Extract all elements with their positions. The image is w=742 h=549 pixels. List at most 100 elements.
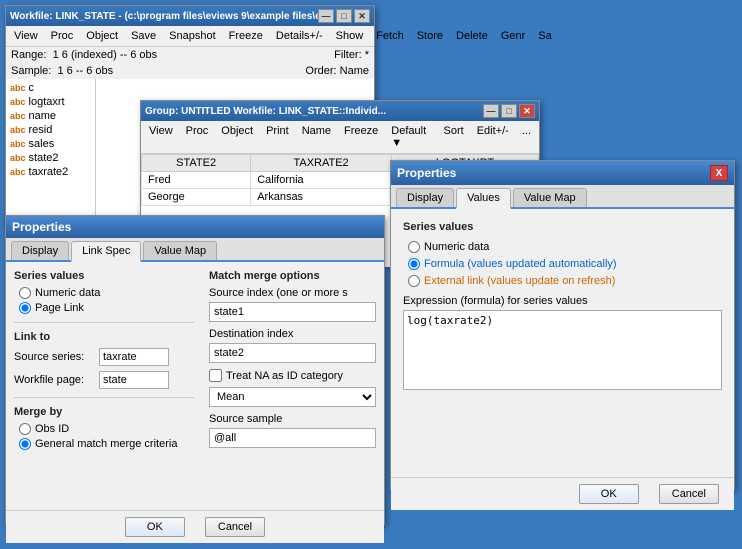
group-menu-object[interactable]: Object <box>215 122 259 152</box>
series-icon-resid: abc <box>10 125 26 135</box>
group-close-btn[interactable]: ✕ <box>519 104 535 118</box>
series-icon-logtaxrt: abc <box>10 97 26 107</box>
source-series-input[interactable] <box>99 348 169 366</box>
workfile-minimize-btn[interactable]: — <box>318 9 334 23</box>
props-right-title: Properties <box>397 166 456 180</box>
series-values-radios: Numeric data Page Link <box>19 287 194 314</box>
cell-fred: Fred <box>142 172 251 189</box>
series-item-c[interactable]: abc c <box>8 81 93 95</box>
series-item-sales[interactable]: abc sales <box>8 137 93 151</box>
radio-numeric-right-item[interactable]: Numeric data <box>408 241 722 253</box>
menu-proc[interactable]: Proc <box>45 27 80 45</box>
workfile-menu-bar: View Proc Object Save Snapshot Freeze De… <box>6 26 374 47</box>
radio-external-item[interactable]: External link (values update on refresh) <box>408 275 722 287</box>
series-name-c: c <box>29 82 35 94</box>
workfile-page-label: Workfile page: <box>14 374 94 386</box>
radio-page-link-input[interactable] <box>19 302 31 314</box>
workfile-page-group: Workfile page: <box>14 371 194 389</box>
menu-show[interactable]: Show <box>330 27 370 45</box>
group-menu-print[interactable]: Print <box>260 122 295 152</box>
series-icon-c: abc <box>10 83 26 93</box>
dest-index-input[interactable] <box>209 343 376 363</box>
group-menu-view[interactable]: View <box>143 122 179 152</box>
radio-obs-id-item[interactable]: Obs ID <box>19 423 194 435</box>
radio-general-match-item[interactable]: General match merge criteria <box>19 438 194 450</box>
menu-snapshot[interactable]: Snapshot <box>163 27 221 45</box>
source-index-input[interactable] <box>209 302 376 322</box>
menu-details[interactable]: Details+/- <box>270 27 329 45</box>
radio-page-link-item[interactable]: Page Link <box>19 302 194 314</box>
group-menu-proc[interactable]: Proc <box>180 122 215 152</box>
tab-value-map-left[interactable]: Value Map <box>143 241 217 260</box>
tab-display-right[interactable]: Display <box>396 188 454 207</box>
series-name-state2: state2 <box>29 152 59 164</box>
menu-save[interactable]: Save <box>125 27 162 45</box>
merge-by-section: Merge by Obs ID General match merge crit… <box>14 406 194 450</box>
series-item-logtaxrt[interactable]: abc logtaxrt <box>8 95 93 109</box>
filter-info: Filter: * <box>334 49 369 61</box>
cell-george: George <box>142 189 251 206</box>
menu-object[interactable]: Object <box>80 27 124 45</box>
group-title: Group: UNTITLED Workfile: LINK_STATE::In… <box>145 106 386 117</box>
menu-fetch[interactable]: Fetch <box>370 27 410 45</box>
radio-obs-id-input[interactable] <box>19 423 31 435</box>
menu-genr[interactable]: Genr <box>495 27 531 45</box>
tab-value-map-right[interactable]: Value Map <box>513 188 587 207</box>
radio-numeric-input[interactable] <box>19 287 31 299</box>
radio-numeric-right-input[interactable] <box>408 241 420 253</box>
props-right-close-btn[interactable]: X <box>710 165 728 181</box>
radio-formula-item[interactable]: Formula (values updated automatically) <box>408 258 722 270</box>
props-right-ok-btn[interactable]: OK <box>579 484 639 504</box>
radio-numeric-item[interactable]: Numeric data <box>19 287 194 299</box>
group-menu-default[interactable]: Default ▼ <box>385 122 436 152</box>
source-index-label: Source index (one or more s <box>209 287 376 299</box>
sample-info: Sample: 1 6 -- 6 obs <box>11 65 113 77</box>
tab-values[interactable]: Values <box>456 188 511 209</box>
treat-na-checkbox[interactable] <box>209 369 222 382</box>
treat-na-label: Treat NA as ID category <box>226 370 343 382</box>
series-name-name: name <box>29 110 57 122</box>
group-maximize-btn[interactable]: □ <box>501 104 517 118</box>
series-item-resid[interactable]: abc resid <box>8 123 93 137</box>
menu-sa[interactable]: Sa <box>532 27 557 45</box>
group-menu-edit[interactable]: Edit+/- <box>471 122 515 152</box>
mean-dropdown[interactable]: Mean <box>209 387 376 407</box>
group-menu-more[interactable]: ... <box>516 122 537 152</box>
workfile-page-input[interactable] <box>99 371 169 389</box>
props-right-cancel-btn[interactable]: Cancel <box>659 484 719 504</box>
treat-na-item[interactable]: Treat NA as ID category <box>209 369 376 382</box>
menu-view[interactable]: View <box>8 27 44 45</box>
props-left-footer: OK Cancel <box>6 510 384 543</box>
props-left-title-bar: Properties <box>6 216 384 238</box>
radio-formula-input[interactable] <box>408 258 420 270</box>
props-left-ok-btn[interactable]: OK <box>125 517 185 537</box>
radio-general-match-input[interactable] <box>19 438 31 450</box>
menu-freeze[interactable]: Freeze <box>223 27 269 45</box>
series-item-taxrate2[interactable]: abc taxrate2 <box>8 165 93 179</box>
series-values-label-right: Series values <box>403 221 722 233</box>
series-item-state2[interactable]: abc state2 <box>8 151 93 165</box>
series-name-resid: resid <box>29 124 53 136</box>
menu-store[interactable]: Store <box>411 27 449 45</box>
series-name-logtaxrt: logtaxrt <box>29 96 65 108</box>
tab-link-spec[interactable]: Link Spec <box>71 241 141 262</box>
tab-display-left[interactable]: Display <box>11 241 69 260</box>
workfile-close-btn[interactable]: ✕ <box>354 9 370 23</box>
series-name-taxrate2: taxrate2 <box>29 166 69 178</box>
group-menu-freeze[interactable]: Freeze <box>338 122 384 152</box>
menu-delete[interactable]: Delete <box>450 27 494 45</box>
source-series-label: Source series: <box>14 351 94 363</box>
series-icon-taxrate2: abc <box>10 167 26 177</box>
group-menu-name[interactable]: Name <box>296 122 337 152</box>
group-menu-sort[interactable]: Sort <box>438 122 470 152</box>
props-left-body: Series values Numeric data Page Link Lin… <box>6 262 384 510</box>
series-item-name[interactable]: abc name <box>8 109 93 123</box>
expr-area[interactable] <box>403 310 722 390</box>
workfile-maximize-btn[interactable]: □ <box>336 9 352 23</box>
props-left-title: Properties <box>12 220 71 234</box>
group-minimize-btn[interactable]: — <box>483 104 499 118</box>
radio-external-input[interactable] <box>408 275 420 287</box>
series-icon-name: abc <box>10 111 26 121</box>
props-left-cancel-btn[interactable]: Cancel <box>205 517 265 537</box>
source-sample-input[interactable] <box>209 428 376 448</box>
